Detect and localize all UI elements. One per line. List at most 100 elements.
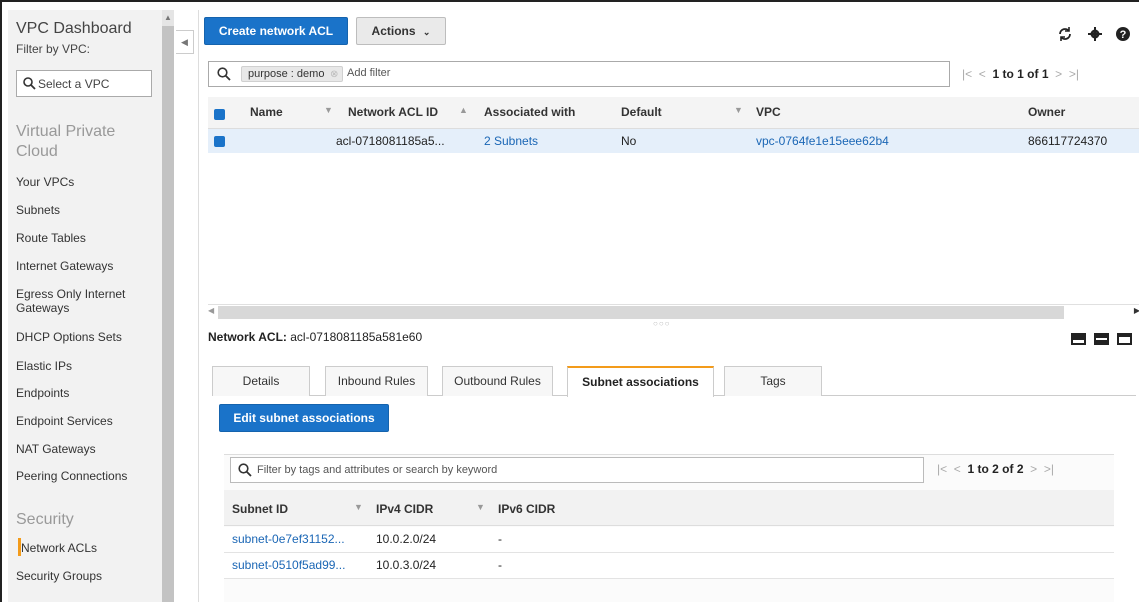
sort-icon[interactable]: ▼ bbox=[476, 502, 485, 512]
sort-icon[interactable]: ▼ bbox=[354, 502, 363, 512]
cell-ipv6: - bbox=[498, 532, 502, 546]
filter-bar[interactable]: purpose : demo ⊗ Add filter bbox=[208, 61, 950, 87]
sidebar-item-peering-connections[interactable]: Peering Connections bbox=[16, 469, 127, 483]
cell-ipv6: - bbox=[498, 558, 502, 572]
filter-chip[interactable]: purpose : demo ⊗ bbox=[241, 66, 344, 82]
scroll-up-icon[interactable]: ▲ bbox=[162, 10, 174, 26]
table-row[interactable]: acl-0718081185a5... 2 Subnets No vpc-076… bbox=[208, 129, 1139, 153]
cell-vpc-link[interactable]: vpc-0764fe1e15eee62b4 bbox=[756, 134, 889, 148]
filter-chip-label: purpose : demo bbox=[248, 68, 325, 80]
svg-text:?: ? bbox=[1120, 29, 1127, 41]
next-page-icon[interactable]: > bbox=[1030, 462, 1037, 476]
tab-outbound-rules[interactable]: Outbound Rules bbox=[442, 366, 553, 396]
sort-asc-icon[interactable]: ▲ bbox=[459, 105, 468, 115]
refresh-icon[interactable] bbox=[1057, 26, 1073, 46]
actions-button[interactable]: Actions ⌄ bbox=[356, 17, 446, 45]
layout-split-icon[interactable] bbox=[1094, 333, 1109, 345]
edit-subnet-associations-button[interactable]: Edit subnet associations bbox=[219, 404, 389, 432]
sidebar-scrollbar[interactable]: ▲ bbox=[162, 10, 174, 602]
prev-page-icon[interactable]: < bbox=[954, 462, 961, 476]
sidebar-item-dhcp-options-sets[interactable]: DHCP Options Sets bbox=[16, 330, 122, 344]
section-security: Security bbox=[16, 511, 74, 528]
sidebar-item-elastic-ips[interactable]: Elastic IPs bbox=[16, 359, 72, 373]
col-default[interactable]: Default bbox=[621, 105, 662, 119]
col-associated-with[interactable]: Associated with bbox=[484, 105, 575, 119]
horizontal-scrollbar[interactable]: ◀ ▶ bbox=[208, 304, 1139, 320]
subnet-search-input[interactable]: Filter by tags and attributes or search … bbox=[230, 457, 924, 483]
tab-tags[interactable]: Tags bbox=[724, 366, 822, 396]
sidebar-item-nat-gateways[interactable]: NAT Gateways bbox=[16, 442, 96, 456]
cell-default: No bbox=[621, 134, 637, 148]
cell-subnet-id-link[interactable]: subnet-0e7ef31152... bbox=[232, 532, 345, 546]
chevron-left-icon: ◀ bbox=[181, 37, 188, 47]
search-icon bbox=[217, 67, 231, 84]
subnet-search-placeholder: Filter by tags and attributes or search … bbox=[257, 464, 498, 476]
details-label: Network ACL: bbox=[208, 330, 287, 344]
vpc-select-placeholder: Select a VPC bbox=[38, 77, 110, 92]
search-icon bbox=[23, 77, 36, 93]
table-row[interactable]: subnet-0e7ef31152... 10.0.2.0/24 - bbox=[224, 527, 1114, 553]
col-vpc[interactable]: VPC bbox=[756, 105, 781, 119]
create-network-acl-button[interactable]: Create network ACL bbox=[204, 17, 348, 45]
next-page-icon[interactable]: > bbox=[1055, 67, 1062, 81]
prev-page-icon[interactable]: < bbox=[979, 67, 986, 81]
last-page-icon[interactable]: >| bbox=[1069, 67, 1079, 81]
layout-full-icon[interactable] bbox=[1117, 333, 1132, 345]
tab-subnet-associations[interactable]: Subnet associations bbox=[567, 366, 714, 397]
first-page-icon[interactable]: |< bbox=[937, 462, 947, 476]
sidebar-item-your-vpcs[interactable]: Your VPCs bbox=[16, 175, 74, 189]
select-all-checkbox[interactable] bbox=[214, 109, 225, 120]
last-page-icon[interactable]: >| bbox=[1044, 462, 1054, 476]
resize-grip-icon[interactable]: ○○○ bbox=[653, 319, 671, 328]
cell-associated-link[interactable]: 2 Subnets bbox=[484, 134, 538, 148]
sidebar-divider bbox=[198, 10, 199, 602]
sidebar-item-internet-gateways[interactable]: Internet Gateways bbox=[16, 259, 113, 273]
search-icon bbox=[238, 463, 252, 480]
sidebar-item-security-groups[interactable]: Security Groups bbox=[16, 569, 102, 583]
active-item-indicator bbox=[18, 538, 21, 556]
chevron-down-icon: ⌄ bbox=[422, 27, 431, 37]
sidebar-item-route-tables[interactable]: Route Tables bbox=[16, 231, 86, 245]
sidebar-item-network-acls[interactable]: Network ACLs bbox=[21, 541, 97, 555]
collapse-sidebar-button[interactable]: ◀ bbox=[176, 30, 194, 54]
cell-acl-id: acl-0718081185a5... bbox=[336, 134, 445, 148]
table-header: Name ▼ Network ACL ID ▲ Associated with … bbox=[208, 97, 1139, 129]
scroll-right-icon[interactable]: ▶ bbox=[1134, 306, 1139, 315]
sidebar-title[interactable]: VPC Dashboard bbox=[16, 20, 132, 38]
subnet-table-header: Subnet ID ▼ IPv4 CIDR ▼ IPv6 CIDR bbox=[224, 490, 1114, 526]
filter-by-vpc-label: Filter by VPC: bbox=[16, 42, 91, 56]
details-title: Network ACL: acl-0718081185a581e60 bbox=[208, 330, 422, 344]
first-page-icon[interactable]: |< bbox=[962, 67, 972, 81]
sidebar-item-subnets[interactable]: Subnets bbox=[16, 203, 60, 217]
subnet-pager-text: 1 to 2 of 2 bbox=[967, 462, 1024, 476]
remove-filter-icon[interactable]: ⊗ bbox=[330, 68, 338, 82]
col-name[interactable]: Name bbox=[250, 105, 283, 119]
subnet-pager: |< < 1 to 2 of 2 > >| bbox=[937, 462, 1054, 476]
table-row[interactable]: subnet-0510f5ad99... 10.0.3.0/24 - bbox=[224, 553, 1114, 579]
tab-details[interactable]: Details bbox=[212, 366, 310, 396]
section-virtual-private-cloud: Virtual Private Cloud bbox=[16, 123, 116, 160]
add-filter-input[interactable]: Add filter bbox=[347, 67, 390, 79]
actions-label: Actions bbox=[371, 24, 416, 38]
row-checkbox[interactable] bbox=[214, 136, 225, 147]
scroll-left-icon[interactable]: ◀ bbox=[208, 306, 214, 315]
col-ipv4-cidr[interactable]: IPv4 CIDR bbox=[376, 502, 433, 516]
vpc-select[interactable]: Select a VPC bbox=[16, 70, 152, 97]
gear-icon[interactable] bbox=[1087, 26, 1103, 46]
help-icon[interactable]: ? bbox=[1115, 26, 1131, 46]
layout-bottom-icon[interactable] bbox=[1071, 333, 1086, 345]
sort-icon[interactable]: ▼ bbox=[734, 105, 743, 115]
cell-subnet-id-link[interactable]: subnet-0510f5ad99... bbox=[232, 558, 345, 572]
tab-inbound-rules[interactable]: Inbound Rules bbox=[325, 366, 428, 396]
sidebar-item-egress-only-internet-gateways[interactable]: Egress Only Internet Gateways bbox=[16, 287, 146, 315]
col-network-acl-id[interactable]: Network ACL ID bbox=[348, 105, 438, 119]
sort-icon[interactable]: ▼ bbox=[324, 105, 333, 115]
col-ipv6-cidr[interactable]: IPv6 CIDR bbox=[498, 502, 555, 516]
app-frame: VPC Dashboard Filter by VPC: Select a VP… bbox=[0, 0, 1139, 602]
details-acl-id: acl-0718081185a581e60 bbox=[290, 330, 423, 344]
col-subnet-id[interactable]: Subnet ID bbox=[232, 502, 288, 516]
sidebar-item-endpoint-services[interactable]: Endpoint Services bbox=[16, 414, 113, 428]
col-owner[interactable]: Owner bbox=[1028, 105, 1065, 119]
scroll-thumb[interactable] bbox=[218, 306, 1064, 319]
sidebar-item-endpoints[interactable]: Endpoints bbox=[16, 386, 69, 400]
